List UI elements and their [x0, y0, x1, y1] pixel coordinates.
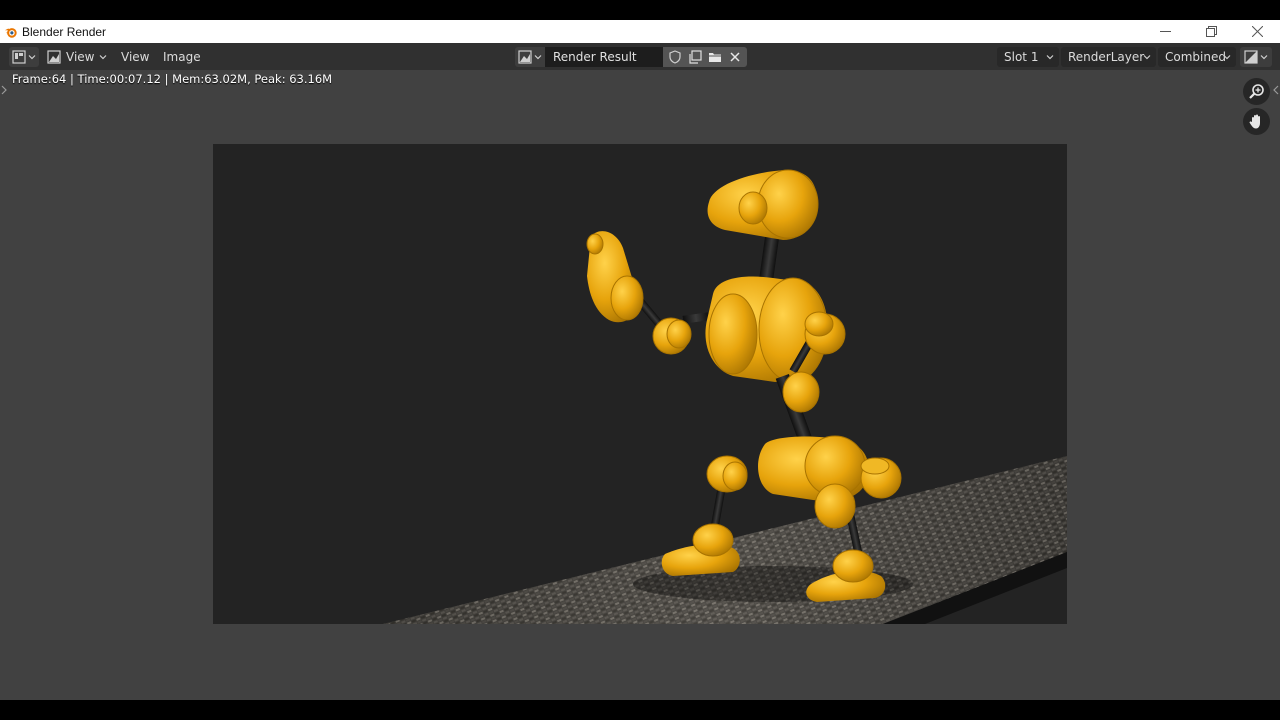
- chevron-down-icon: [1046, 55, 1054, 60]
- window-title: Blender Render: [22, 24, 107, 39]
- unlink-x-icon[interactable]: [728, 50, 742, 64]
- render-layer-dropdown[interactable]: RenderLayer: [1061, 47, 1156, 67]
- view-mode-dropdown[interactable]: View: [47, 47, 107, 67]
- close-button[interactable]: [1234, 20, 1280, 43]
- restore-button[interactable]: [1188, 20, 1234, 43]
- render-pass-label: Combined: [1165, 50, 1226, 64]
- open-folder-icon[interactable]: [708, 50, 722, 64]
- pan-hand-icon: [1249, 114, 1260, 129]
- display-channels-icon: [1244, 50, 1258, 64]
- slot-dropdown[interactable]: Slot 1: [997, 47, 1059, 67]
- chevron-down-icon: [1260, 55, 1268, 60]
- slot-label: Slot 1: [1004, 50, 1039, 64]
- window-titlebar: Blender Render: [0, 20, 1280, 43]
- minimize-icon: [1159, 31, 1171, 32]
- render-pass-dropdown[interactable]: Combined: [1158, 47, 1236, 67]
- menu-image[interactable]: Image: [163, 47, 201, 67]
- display-channels-dropdown[interactable]: [1240, 47, 1272, 67]
- robot-pelvis: [758, 435, 869, 502]
- chevron-down-icon: [100, 55, 107, 60]
- yellow-robot-render: [213, 144, 1067, 624]
- render-layer-label: RenderLayer: [1068, 50, 1145, 64]
- chevron-down-icon: [28, 55, 36, 60]
- browse-image-button[interactable]: [515, 47, 545, 67]
- render-stats-text: Frame:64 | Time:00:07.12 | Mem:63.02M, P…: [12, 72, 333, 86]
- chevron-down-icon: [1143, 55, 1151, 60]
- toolbar-expand-arrow-icon[interactable]: [1, 85, 7, 95]
- view-mode-label: View: [66, 50, 95, 64]
- blender-logo-icon: [4, 27, 17, 38]
- image-name-field[interactable]: Render Result: [545, 47, 663, 67]
- minimize-button[interactable]: [1142, 20, 1188, 43]
- pan-button[interactable]: [1243, 108, 1270, 135]
- duplicate-icon[interactable]: [688, 50, 702, 64]
- window-controls: [1142, 20, 1280, 43]
- zoom-button[interactable]: [1243, 78, 1270, 105]
- zoom-icon: [1249, 84, 1264, 99]
- image-browse-icon: [518, 50, 532, 64]
- image-view-icon: [47, 50, 61, 64]
- image-editor-icon: [12, 50, 26, 64]
- screen: Blender Render View View Image Render Re…: [0, 0, 1280, 720]
- menu-view[interactable]: View: [121, 47, 149, 67]
- sidebar-expand-arrow-icon[interactable]: [1273, 85, 1279, 95]
- close-icon: [1251, 26, 1263, 37]
- chevron-down-icon: [534, 55, 542, 60]
- fake-user-shield-icon[interactable]: [668, 50, 682, 64]
- image-editor-header: View View Image Render Result Slot 1 Ren…: [0, 43, 1280, 70]
- chevron-down-icon: [1223, 55, 1231, 60]
- editor-type-button[interactable]: [9, 47, 39, 67]
- restore-icon: [1205, 26, 1217, 37]
- image-editor-main-region[interactable]: Frame:64 | Time:00:07.12 | Mem:63.02M, P…: [0, 70, 1280, 700]
- image-actions: [663, 47, 747, 67]
- render-result-image: [213, 144, 1067, 624]
